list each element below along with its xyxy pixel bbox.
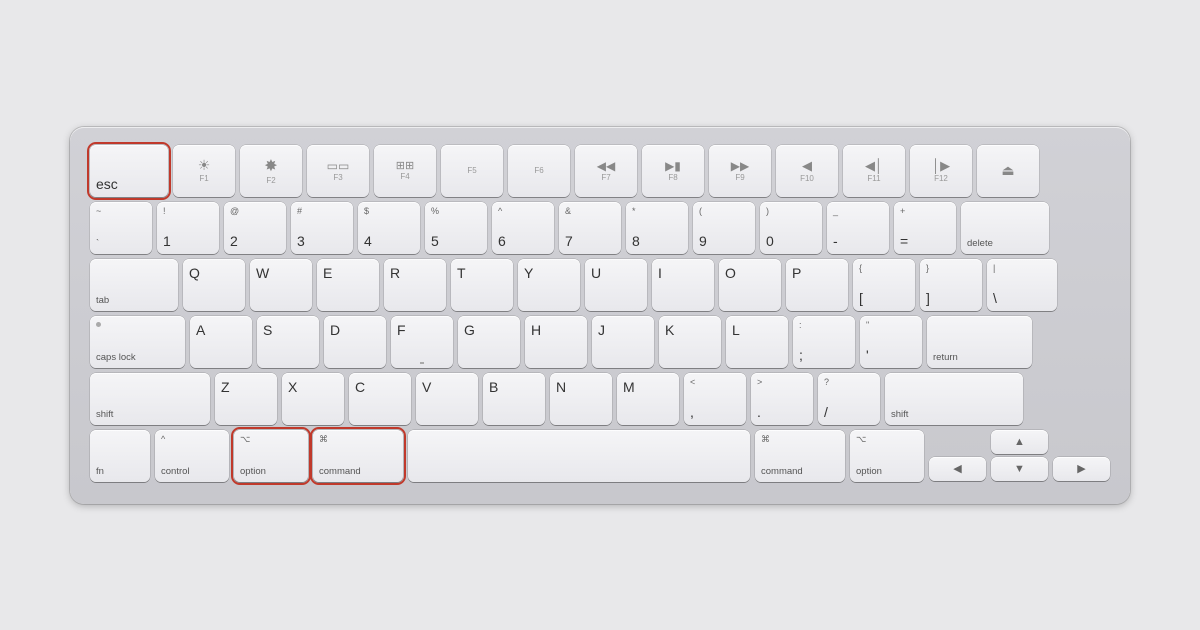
key-esc[interactable]: esc: [90, 145, 168, 197]
key-eject[interactable]: ⏏: [977, 145, 1039, 197]
key-f3[interactable]: ▭▭ F3: [307, 145, 369, 197]
key-0[interactable]: ) 0: [760, 202, 822, 254]
key-w[interactable]: W: [250, 259, 312, 311]
key-backslash[interactable]: | \: [987, 259, 1057, 311]
key-minus[interactable]: _ -: [827, 202, 889, 254]
key-equals[interactable]: + =: [894, 202, 956, 254]
key-6[interactable]: ^ 6: [492, 202, 554, 254]
key-i[interactable]: I: [652, 259, 714, 311]
key-f10[interactable]: ◀ F10: [776, 145, 838, 197]
key-option-left[interactable]: ⌥ option: [234, 430, 308, 482]
keyboard: esc ☀ F1 ✸ F2 ▭▭ F3 ⊞⊞ F4 F5 F6 ◀◀ F7 ▶▮: [70, 127, 1130, 504]
number-row: ~ ` ! 1 @ 2 # 3 $ 4 % 5 ^ 6 & 7: [90, 202, 1110, 254]
key-n[interactable]: N: [550, 373, 612, 425]
key-p[interactable]: P: [786, 259, 848, 311]
key-q[interactable]: Q: [183, 259, 245, 311]
key-9[interactable]: ( 9: [693, 202, 755, 254]
key-quote[interactable]: " ': [860, 316, 922, 368]
bottom-row: fn ^ control ⌥ option ⌘ command ⌘ comman…: [90, 430, 1110, 482]
key-m[interactable]: M: [617, 373, 679, 425]
key-3[interactable]: # 3: [291, 202, 353, 254]
key-y[interactable]: Y: [518, 259, 580, 311]
key-delete[interactable]: delete: [961, 202, 1049, 254]
key-f1[interactable]: ☀ F1: [173, 145, 235, 197]
key-arrow-right[interactable]: ▶: [1053, 457, 1110, 481]
key-a[interactable]: A: [190, 316, 252, 368]
key-f8[interactable]: ▶▮ F8: [642, 145, 704, 197]
key-rbracket[interactable]: } ]: [920, 259, 982, 311]
key-u[interactable]: U: [585, 259, 647, 311]
key-8[interactable]: * 8: [626, 202, 688, 254]
fn-row: esc ☀ F1 ✸ F2 ▭▭ F3 ⊞⊞ F4 F5 F6 ◀◀ F7 ▶▮: [90, 145, 1110, 197]
key-o[interactable]: O: [719, 259, 781, 311]
key-v[interactable]: V: [416, 373, 478, 425]
key-5[interactable]: % 5: [425, 202, 487, 254]
key-return[interactable]: return: [927, 316, 1032, 368]
arrow-key-group: ▲ ◀ ▼ ▶: [929, 430, 1110, 482]
key-space[interactable]: [408, 430, 750, 482]
key-arrow-left[interactable]: ◀: [929, 457, 986, 481]
arrow-row-top: ▲: [929, 430, 1110, 454]
key-l[interactable]: L: [726, 316, 788, 368]
key-f9[interactable]: ▶▶ F9: [709, 145, 771, 197]
key-2[interactable]: @ 2: [224, 202, 286, 254]
key-k[interactable]: K: [659, 316, 721, 368]
key-e[interactable]: E: [317, 259, 379, 311]
key-lbracket[interactable]: { [: [853, 259, 915, 311]
qwerty-row: tab Q W E R T Y U I O P: [90, 259, 1110, 311]
key-comma[interactable]: < ,: [684, 373, 746, 425]
key-f2[interactable]: ✸ F2: [240, 145, 302, 197]
key-b[interactable]: B: [483, 373, 545, 425]
key-fn[interactable]: fn: [90, 430, 150, 482]
key-s[interactable]: S: [257, 316, 319, 368]
key-4[interactable]: $ 4: [358, 202, 420, 254]
key-shift-left[interactable]: shift: [90, 373, 210, 425]
key-backtick[interactable]: ~ `: [90, 202, 152, 254]
key-f[interactable]: F: [391, 316, 453, 368]
key-d[interactable]: D: [324, 316, 386, 368]
key-command-right[interactable]: ⌘ command: [755, 430, 845, 482]
key-1[interactable]: ! 1: [157, 202, 219, 254]
zxcv-row: shift Z X C V B N M < , > .: [90, 373, 1110, 425]
key-arrow-down[interactable]: ▼: [991, 457, 1048, 481]
arrow-spacer: [929, 430, 986, 454]
asdf-row: caps lock A S D F G H J K L :: [90, 316, 1110, 368]
key-f11[interactable]: ◀│ F11: [843, 145, 905, 197]
key-h[interactable]: H: [525, 316, 587, 368]
key-control[interactable]: ^ control: [155, 430, 229, 482]
key-semicolon[interactable]: : ;: [793, 316, 855, 368]
key-f6[interactable]: F6: [508, 145, 570, 197]
key-arrow-up[interactable]: ▲: [991, 430, 1048, 454]
key-r[interactable]: R: [384, 259, 446, 311]
key-capslock[interactable]: caps lock: [90, 316, 185, 368]
key-f5[interactable]: F5: [441, 145, 503, 197]
key-t[interactable]: T: [451, 259, 513, 311]
key-f4[interactable]: ⊞⊞ F4: [374, 145, 436, 197]
key-command-left[interactable]: ⌘ command: [313, 430, 403, 482]
key-z[interactable]: Z: [215, 373, 277, 425]
key-f12[interactable]: │▶ F12: [910, 145, 972, 197]
key-option-right[interactable]: ⌥ option: [850, 430, 924, 482]
key-j[interactable]: J: [592, 316, 654, 368]
capslock-dot: [96, 322, 101, 327]
key-tab[interactable]: tab: [90, 259, 178, 311]
key-f7[interactable]: ◀◀ F7: [575, 145, 637, 197]
key-g[interactable]: G: [458, 316, 520, 368]
key-c[interactable]: C: [349, 373, 411, 425]
arrow-spacer2: [1053, 430, 1110, 454]
arrow-row-bottom: ◀ ▼ ▶: [929, 457, 1110, 481]
key-7[interactable]: & 7: [559, 202, 621, 254]
key-shift-right[interactable]: shift: [885, 373, 1023, 425]
key-x[interactable]: X: [282, 373, 344, 425]
key-period[interactable]: > .: [751, 373, 813, 425]
key-slash[interactable]: ? /: [818, 373, 880, 425]
